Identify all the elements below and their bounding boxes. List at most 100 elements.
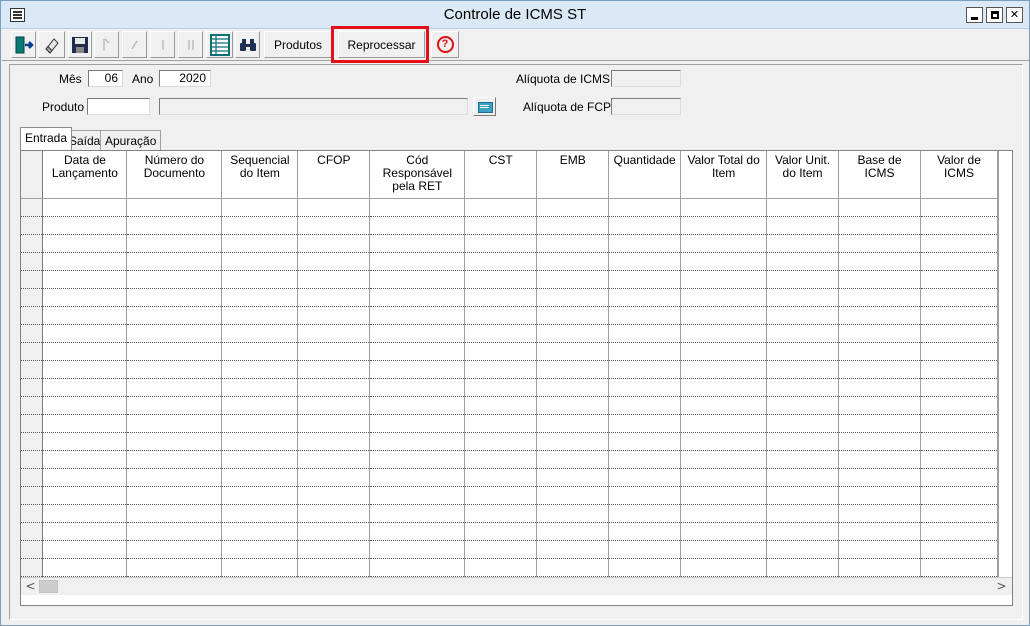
grid-cell[interactable]: [536, 504, 610, 523]
column-header[interactable]: Número do Documento: [126, 151, 223, 199]
ano-field[interactable]: 2020: [159, 70, 211, 87]
grid-cell[interactable]: [369, 252, 466, 271]
grid-cell[interactable]: [126, 216, 223, 235]
grid-cell[interactable]: [838, 360, 921, 379]
grid-cell[interactable]: [536, 396, 610, 415]
close-button[interactable]: ✕: [1006, 7, 1023, 23]
grid-cell[interactable]: [838, 540, 921, 559]
grid-cell[interactable]: [464, 324, 538, 343]
help-button[interactable]: ?: [431, 31, 459, 58]
grid-cell[interactable]: [464, 306, 538, 325]
grid-cell[interactable]: [297, 324, 371, 343]
grid-cell[interactable]: [766, 324, 840, 343]
grid-cell[interactable]: [536, 234, 610, 253]
grid-cell[interactable]: [369, 486, 466, 505]
grid-cell[interactable]: [838, 432, 921, 451]
confirm-button[interactable]: [122, 31, 147, 58]
grid-cell[interactable]: [608, 288, 682, 307]
grid-cell[interactable]: [369, 234, 466, 253]
grid-cell[interactable]: [680, 288, 768, 307]
grid-cell[interactable]: [838, 414, 921, 433]
grid-cell[interactable]: [126, 288, 223, 307]
grid-cell[interactable]: [464, 378, 538, 397]
grid-cell[interactable]: [536, 414, 610, 433]
grid-cell[interactable]: [920, 522, 998, 541]
grid-cell[interactable]: [464, 522, 538, 541]
grid-cell[interactable]: [920, 540, 998, 559]
grid-cell[interactable]: [42, 288, 128, 307]
grid-cell[interactable]: [464, 396, 538, 415]
row-indicator[interactable]: [21, 216, 44, 235]
grid-cell[interactable]: [680, 396, 768, 415]
grid-cell[interactable]: [838, 558, 921, 577]
grid-cell[interactable]: [297, 216, 371, 235]
table-row[interactable]: [21, 522, 998, 541]
grid-cell[interactable]: [608, 198, 682, 217]
grid-cell[interactable]: [766, 450, 840, 469]
produtos-button[interactable]: Produtos: [264, 31, 332, 58]
grid-cell[interactable]: [838, 468, 921, 487]
table-row[interactable]: [21, 558, 998, 577]
grid-cell[interactable]: [42, 468, 128, 487]
grid-cell[interactable]: [536, 270, 610, 289]
grid-cell[interactable]: [369, 468, 466, 487]
grid-cell[interactable]: [464, 252, 538, 271]
grid-cell[interactable]: [42, 414, 128, 433]
row-indicator[interactable]: [21, 378, 44, 397]
grid-cell[interactable]: [369, 378, 466, 397]
first-record-button[interactable]: [94, 31, 119, 58]
grid-cell[interactable]: [464, 468, 538, 487]
grid-cell[interactable]: [680, 198, 768, 217]
column-header[interactable]: Valor de ICMS: [920, 151, 998, 199]
grid-cell[interactable]: [766, 378, 840, 397]
row-indicator[interactable]: [21, 414, 44, 433]
row-indicator[interactable]: [21, 252, 44, 271]
grid-cell[interactable]: [42, 342, 128, 361]
grid-cell[interactable]: [464, 270, 538, 289]
save-button[interactable]: [68, 31, 92, 58]
grid-cell[interactable]: [221, 378, 299, 397]
tab-entrada[interactable]: Entrada: [20, 127, 73, 150]
grid-cell[interactable]: [920, 378, 998, 397]
grid-cell[interactable]: [297, 414, 371, 433]
grid-cell[interactable]: [838, 378, 921, 397]
grid-cell[interactable]: [920, 558, 998, 577]
grid-cell[interactable]: [369, 198, 466, 217]
table-row[interactable]: [21, 396, 998, 415]
grid-cell[interactable]: [608, 432, 682, 451]
grid-cell[interactable]: [766, 396, 840, 415]
row-indicator[interactable]: [21, 486, 44, 505]
grid-cell[interactable]: [766, 198, 840, 217]
grid-cell[interactable]: [221, 558, 299, 577]
grid-cell[interactable]: [126, 486, 223, 505]
grid-cell[interactable]: [608, 468, 682, 487]
grid-cell[interactable]: [838, 342, 921, 361]
grid-cell[interactable]: [608, 324, 682, 343]
grid-cell[interactable]: [920, 324, 998, 343]
grid-cell[interactable]: [608, 558, 682, 577]
grid-cell[interactable]: [42, 378, 128, 397]
column-header[interactable]: Quantidade: [608, 151, 682, 199]
grid-cell[interactable]: [126, 342, 223, 361]
grid-cell[interactable]: [297, 486, 371, 505]
grid-cell[interactable]: [536, 378, 610, 397]
grid-cell[interactable]: [221, 450, 299, 469]
grid-cell[interactable]: [680, 558, 768, 577]
column-header[interactable]: CFOP: [297, 151, 371, 199]
grid-cell[interactable]: [221, 504, 299, 523]
grid-cell[interactable]: [766, 432, 840, 451]
table-row[interactable]: [21, 378, 998, 397]
grid-cell[interactable]: [920, 360, 998, 379]
grid-cell[interactable]: [126, 468, 223, 487]
grid-cell[interactable]: [42, 396, 128, 415]
grid-cell[interactable]: [464, 504, 538, 523]
grid-cell[interactable]: [680, 270, 768, 289]
table-row[interactable]: [21, 450, 998, 469]
grid-cell[interactable]: [766, 234, 840, 253]
grid-cell[interactable]: [464, 432, 538, 451]
grid-cell[interactable]: [536, 432, 610, 451]
row-indicator[interactable]: [21, 468, 44, 487]
grid-cell[interactable]: [920, 486, 998, 505]
grid-cell[interactable]: [766, 522, 840, 541]
grid-cell[interactable]: [297, 522, 371, 541]
